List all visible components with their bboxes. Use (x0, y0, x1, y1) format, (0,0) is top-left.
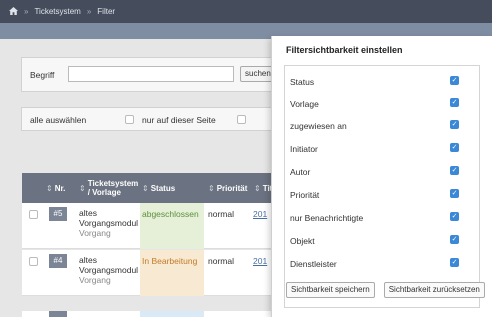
table-row[interactable]: #5 altes Vorgangsmodul Vorgang abgeschlo… (22, 203, 282, 249)
row-checkbox[interactable] (29, 257, 38, 266)
select-all-checkbox[interactable] (125, 115, 134, 124)
visibility-option-dienstleister[interactable]: Dienstleister ✓ (285, 253, 479, 276)
breadcrumb-ticketsystem[interactable]: Ticketsystem (34, 7, 80, 16)
sort-icon: ⇕ (254, 183, 261, 193)
sort-icon: ⇕ (79, 183, 86, 193)
select-all-label[interactable]: alle auswählen (30, 115, 86, 125)
sort-icon: ⇕ (142, 183, 149, 193)
visibility-option-initiator[interactable]: Initiator ✓ (285, 138, 479, 161)
sort-icon: ⇕ (208, 183, 215, 193)
chevron-right-icon: » (24, 7, 29, 16)
status-label: abgeschlossen (142, 209, 199, 219)
ticket-number-badge[interactable]: #5 (49, 207, 67, 221)
checkmark-icon[interactable]: ✓ (450, 212, 459, 221)
status-cell: abgeschlossen (140, 203, 204, 249)
filter-visibility-dialog: Filtersichtbarkeit einstellen Status ✓ V… (271, 36, 492, 317)
ticket-title-link[interactable]: 201 (253, 209, 267, 219)
filter-term-label: Begriff (30, 70, 55, 80)
column-header-title[interactable]: ⇕ Tit (254, 173, 272, 203)
status-cell: In Bearbeitung (140, 250, 204, 296)
chevron-right-icon: » (86, 7, 92, 16)
checkmark-icon[interactable]: ✓ (450, 235, 459, 244)
status-label: In Bearbeitung (142, 256, 198, 266)
checkmark-icon[interactable]: ✓ (450, 98, 459, 107)
table-row[interactable] (22, 311, 282, 317)
ticket-number-badge[interactable]: #4 (49, 254, 67, 268)
breadcrumb-filter[interactable]: Filter (97, 7, 115, 16)
only-this-page-label[interactable]: nur auf dieser Seite (142, 115, 216, 125)
filter-term-input[interactable] (68, 66, 234, 82)
ticket-template: altes Vorgangsmodul Vorgang (79, 255, 139, 285)
table-row[interactable]: #4 altes Vorgangsmodul Vorgang In Bearbe… (22, 250, 282, 296)
ticket-title-link[interactable]: 201 (253, 256, 267, 266)
visibility-option-zugewiesen-an[interactable]: zugewiesen an ✓ (285, 115, 479, 138)
visibility-options-list: Status ✓ Vorlage ✓ zugewiesen an ✓ Initi… (284, 65, 485, 308)
priority-cell: normal (208, 256, 234, 266)
checkmark-icon[interactable]: ✓ (450, 258, 459, 267)
column-header-template[interactable]: ⇕ Ticketsystem / Vorlage (79, 173, 139, 203)
ticket-template: altes Vorgangsmodul Vorgang (79, 208, 139, 238)
ticket-number-badge[interactable] (49, 311, 67, 317)
dialog-title: Filtersichtbarkeit einstellen (286, 45, 403, 55)
visibility-option-autor[interactable]: Autor ✓ (285, 161, 479, 184)
home-icon[interactable] (9, 6, 18, 17)
reset-visibility-button[interactable]: Sichtbarkeit zurücksetzen (383, 282, 485, 298)
visibility-option-nur-benachrichtigte[interactable]: nur Benachrichtigte ✓ (285, 207, 479, 230)
row-checkbox[interactable] (29, 210, 38, 219)
ticket-table-header: ⇕ Nr. ⇕ Ticketsystem / Vorlage ⇕ Status ⇕ Pr… (22, 173, 282, 203)
only-this-page-checkbox[interactable] (237, 115, 246, 124)
priority-cell: normal (208, 209, 234, 219)
checkmark-icon[interactable]: ✓ (450, 143, 459, 152)
dialog-actions: Sichtbarkeit speichern Sichtbarkeit zurü… (286, 282, 485, 298)
visibility-option-vorlage[interactable]: Vorlage ✓ (285, 93, 479, 116)
sort-icon: ⇕ (46, 183, 53, 193)
checkmark-icon[interactable]: ✓ (450, 76, 459, 85)
top-bar: » Ticketsystem » Filter (0, 0, 492, 23)
column-header-priority[interactable]: ⇕ Priorität (208, 173, 247, 203)
save-visibility-button[interactable]: Sichtbarkeit speichern (286, 282, 375, 298)
status-cell (140, 311, 204, 317)
visibility-option-objekt[interactable]: Objekt ✓ (285, 230, 479, 253)
checkmark-icon[interactable]: ✓ (450, 120, 459, 129)
checkmark-icon[interactable]: ✓ (450, 189, 459, 198)
visibility-option-prioritaet[interactable]: Priorität ✓ (285, 184, 479, 207)
visibility-option-status[interactable]: Status ✓ (285, 71, 479, 94)
column-header-nr[interactable]: ⇕ Nr. (46, 173, 65, 203)
column-header-status[interactable]: ⇕ Status (142, 173, 175, 203)
checkmark-icon[interactable]: ✓ (450, 166, 459, 175)
